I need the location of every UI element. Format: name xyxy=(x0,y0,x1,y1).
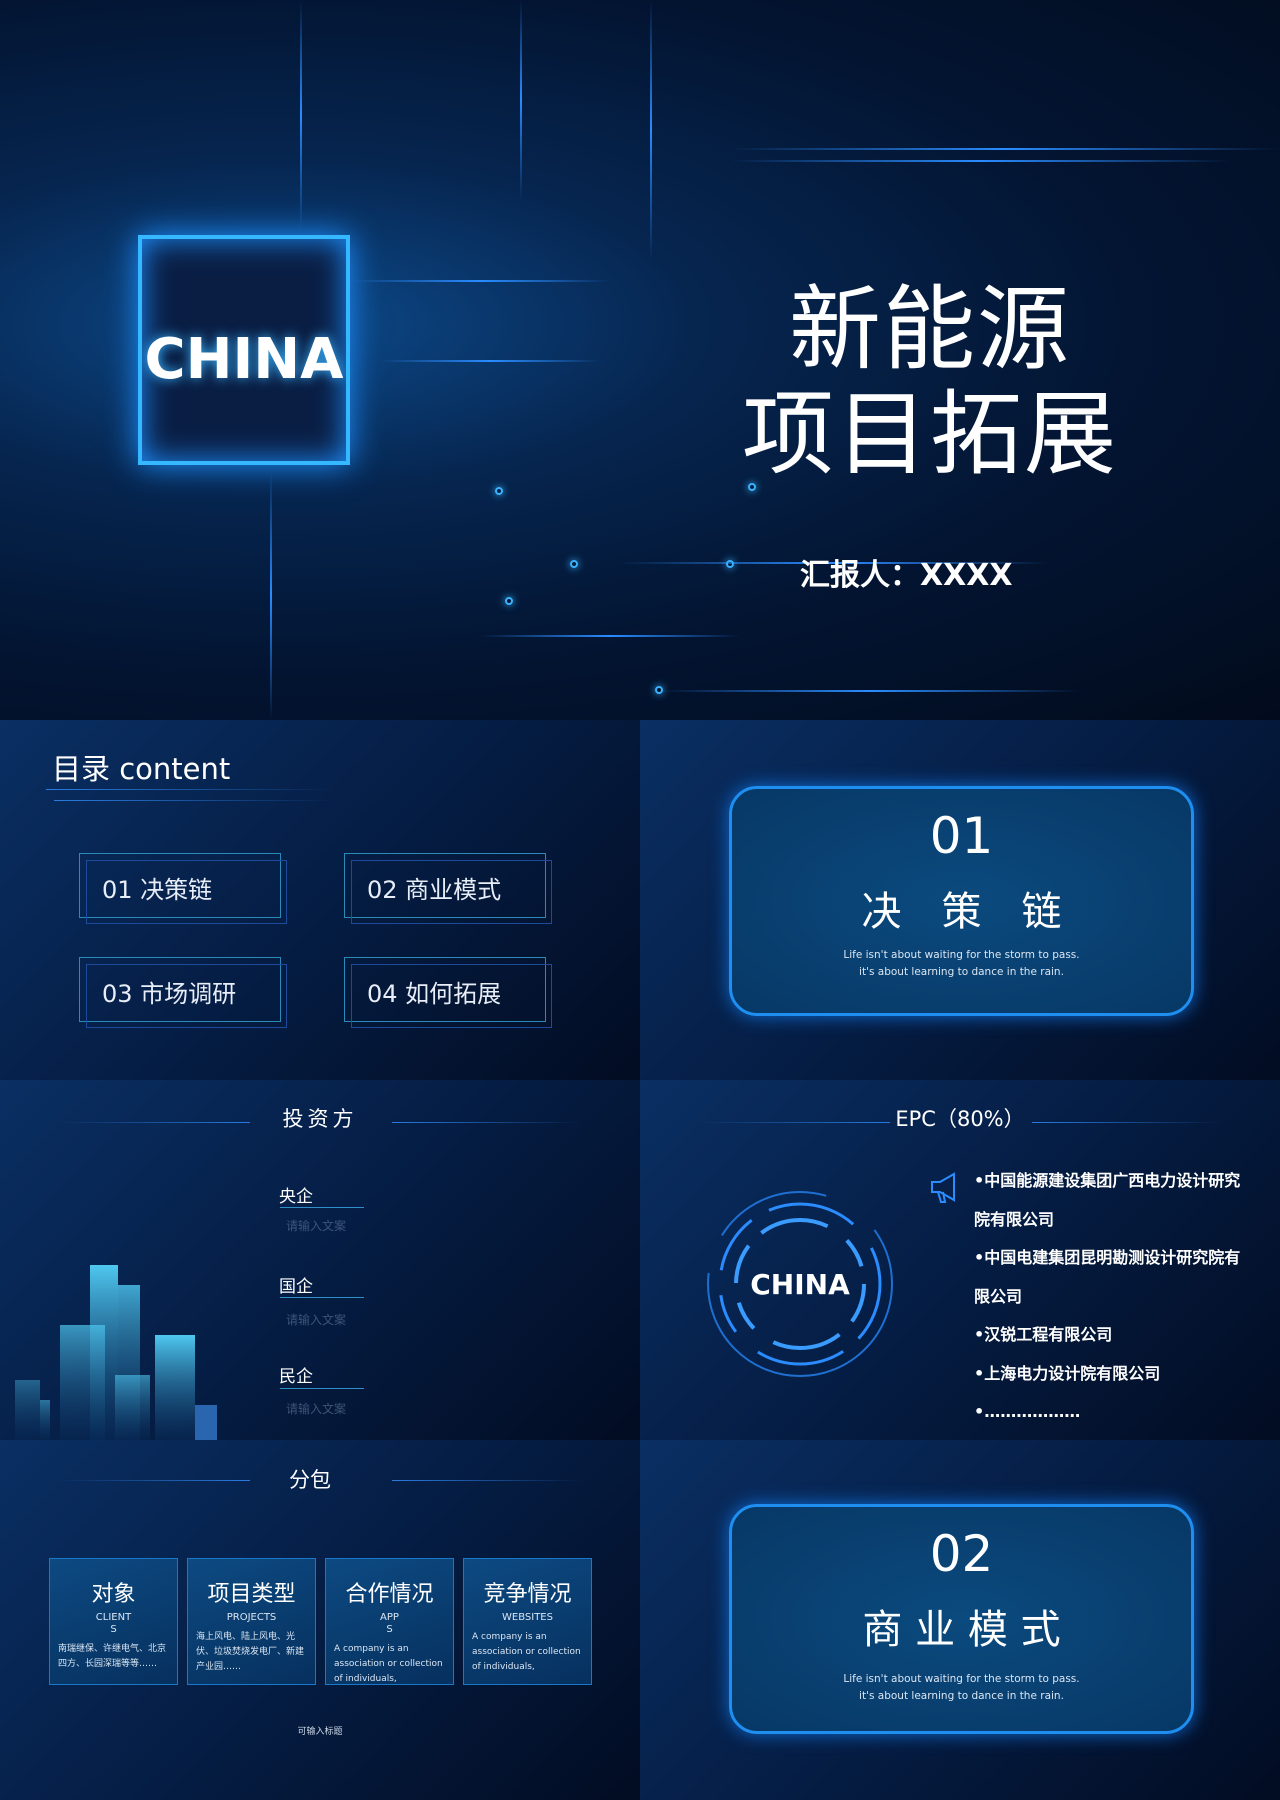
circuit-trace xyxy=(270,470,272,720)
epc-title: EPC（80%） xyxy=(895,1107,1025,1131)
divider xyxy=(392,1122,582,1123)
investors-title: 投资方 xyxy=(282,1107,358,1131)
investor-label: 民企 xyxy=(279,1367,313,1387)
card-subtitle: WEBSITES xyxy=(502,1612,553,1623)
epc-item: •上海电力设计院有限公司 xyxy=(974,1363,1161,1383)
epc-list: •中国能源建设集团广西电力设计研究院有限公司 •中国电建集团昆明勘测设计研究院有… xyxy=(974,1162,1244,1432)
divider xyxy=(60,1480,250,1481)
card-projects: 项目类型 PROJECTS 海上风电、陆上风电、光伏、垃圾焚烧发电厂、新建产业园…… xyxy=(187,1558,316,1685)
buildings-illustration xyxy=(15,1265,217,1440)
toc-item-1[interactable]: 01 决策链 xyxy=(79,853,287,924)
card-subtitle: APP S xyxy=(380,1612,399,1635)
circuit-trace xyxy=(650,0,652,260)
circuit-node xyxy=(570,560,578,568)
section-number: 02 xyxy=(929,1525,994,1583)
subcontract-title: 分包 xyxy=(289,1468,331,1492)
toc-item-4[interactable]: 04 如何拓展 xyxy=(344,957,552,1028)
toc-item-2[interactable]: 02 商业模式 xyxy=(344,853,552,924)
circuit-node xyxy=(505,597,513,605)
circuit-trace xyxy=(660,690,1080,692)
circuit-trace xyxy=(480,635,740,637)
megaphone-icon xyxy=(931,1172,955,1203)
epc-item: •……………… xyxy=(974,1402,1081,1421)
divider xyxy=(60,1122,250,1123)
title-line-2: 项目拓展 xyxy=(741,381,1118,488)
card-competition: 竞争情况 WEBSITES A company is an association … xyxy=(463,1558,592,1685)
epc-item: •中国电建集团昆明勘测设计研究院有限公司 xyxy=(974,1248,1241,1306)
section1-frame: 01 决 策 链 Life isn't about waiting for th… xyxy=(729,786,1194,1016)
circuit-trace xyxy=(730,160,1230,162)
divider xyxy=(46,789,336,790)
card-desc: 海上风电、陆上风电、光伏、垃圾焚烧发电厂、新建产业园…… xyxy=(196,1632,305,1672)
divider xyxy=(280,1388,364,1389)
divider xyxy=(280,1297,364,1298)
investor-label: 国企 xyxy=(279,1277,313,1297)
card-subtitle: CLIENT S xyxy=(95,1612,132,1635)
circle-label: CHINA xyxy=(750,1268,850,1301)
card-title: 对象 xyxy=(91,1582,136,1607)
card-cooperation: 合作情况 APP S A company is an association or … xyxy=(325,1558,454,1685)
chip-label: CHINA xyxy=(144,327,344,392)
divider xyxy=(700,1122,890,1123)
divider xyxy=(1032,1122,1222,1123)
card-title: 合作情况 xyxy=(345,1582,434,1607)
china-circle-graphic: CHINA xyxy=(707,1191,893,1377)
card-subtitle: PROJECTS xyxy=(226,1612,277,1623)
cover-slide: CHINA 新能源 项目拓展 汇报人：XXXX xyxy=(0,0,1280,720)
divider xyxy=(54,800,334,801)
card-desc: A company is an association or collectio… xyxy=(472,1632,581,1672)
quote-line-2: it's about learning to dance in the rain… xyxy=(859,1690,1064,1702)
card-desc: A company is an association or collectio… xyxy=(334,1644,443,1684)
footer-caption: 可输入标题 xyxy=(297,1727,343,1737)
section2-frame: 02 商 业 模 式 Life isn't about waiting for … xyxy=(729,1504,1194,1734)
circuit-node xyxy=(655,686,663,694)
section-number: 01 xyxy=(929,807,994,865)
card-client: 对象 CLIENT S 南瑞继保、许继电气、北京四方、长园深瑞等等…… xyxy=(49,1558,178,1685)
circuit-trace xyxy=(520,0,522,200)
circuit-trace xyxy=(730,148,1280,150)
card-title: 竞争情况 xyxy=(483,1582,572,1607)
card-title: 项目类型 xyxy=(207,1582,296,1607)
circuit-trace xyxy=(350,280,610,282)
epc-item: •汉锐工程有限公司 xyxy=(974,1325,1113,1344)
reporter: 汇报人：XXXX xyxy=(800,558,1013,593)
divider xyxy=(280,1207,364,1208)
toc-item-3[interactable]: 03 市场调研 xyxy=(79,957,287,1028)
circuit-trace xyxy=(300,0,302,230)
circuit-node xyxy=(726,560,734,568)
investor-placeholder: 请输入文案 xyxy=(286,1402,347,1416)
card-desc: 南瑞继保、许继电气、北京四方、长园深瑞等等…… xyxy=(58,1644,167,1669)
circuit-trace xyxy=(380,360,600,362)
quote-line-2: it's about learning to dance in the rain… xyxy=(859,966,1064,978)
section-name: 商 业 模 式 xyxy=(862,1607,1061,1653)
investor-placeholder: 请输入文案 xyxy=(286,1313,347,1327)
divider xyxy=(392,1480,582,1481)
circuit-node xyxy=(495,487,503,495)
quote-line-1: Life isn't about waiting for the storm t… xyxy=(843,1673,1080,1685)
investor-label: 央企 xyxy=(279,1187,313,1207)
chip-graphic: CHINA xyxy=(138,235,350,465)
section-name: 决 策 链 xyxy=(861,889,1062,935)
toc-title: 目录 content xyxy=(52,752,231,786)
epc-item: •中国能源建设集团广西电力设计研究院有限公司 xyxy=(974,1171,1241,1229)
quote-line-1: Life isn't about waiting for the storm t… xyxy=(843,949,1080,961)
investor-placeholder: 请输入文案 xyxy=(286,1219,347,1233)
